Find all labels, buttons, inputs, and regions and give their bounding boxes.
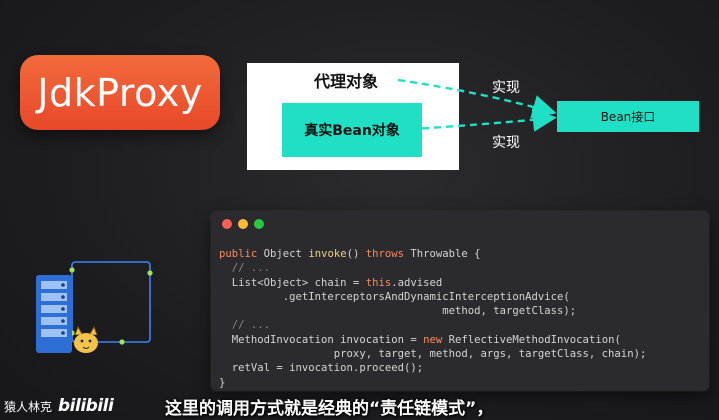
window-controls bbox=[222, 219, 264, 229]
code-line: List<Object> chain = this.advised bbox=[219, 276, 646, 290]
code-line: proxy, target, method, args, targetClass… bbox=[219, 347, 647, 361]
code-line: .getInterceptorsAndDynamicInterceptionAd… bbox=[219, 290, 646, 304]
real-bean-implements-arrow bbox=[397, 107, 557, 132]
proxy-implements-arrow bbox=[397, 78, 557, 119]
code-token: invoke bbox=[308, 248, 347, 260]
code-token: Throwable { bbox=[410, 248, 481, 260]
code-line: // ... bbox=[219, 261, 646, 275]
code-line: // ... bbox=[219, 318, 646, 332]
code-token: ReflectiveMethodInvocation( bbox=[448, 333, 621, 346]
code-line: } bbox=[219, 376, 646, 390]
server-rack-icon bbox=[36, 275, 72, 353]
code-token: new bbox=[423, 333, 449, 346]
code-token: List<Object> chain = bbox=[219, 276, 366, 289]
code-token: public bbox=[219, 248, 264, 260]
code-token: .getInterceptorsAndDynamicInterceptionAd… bbox=[219, 290, 570, 303]
tomcat-logo-icon bbox=[74, 325, 98, 353]
code-token: this bbox=[365, 276, 392, 289]
code-token: .advised bbox=[391, 276, 443, 289]
code-line: public Object invoke() throws Throwable … bbox=[219, 247, 646, 261]
code-line: MethodInvocation invocation = new Reflec… bbox=[219, 333, 646, 347]
video-subtitle: 这里的调用方式就是经典的“责任链模式”， bbox=[165, 399, 494, 419]
code-block: public Object invoke() throws Throwable … bbox=[219, 247, 646, 390]
code-window: public Object invoke() throws Throwable … bbox=[211, 211, 709, 391]
code-token: throws bbox=[365, 248, 411, 260]
bilibili-logo: bilibili bbox=[58, 396, 114, 416]
code-token: method, targetClass); bbox=[219, 305, 577, 318]
uploader-name: 猿人林克 bbox=[4, 399, 53, 414]
zoom-icon bbox=[254, 219, 264, 229]
code-token: retVal = invocation.proceed(); bbox=[219, 362, 424, 375]
code-line: method, targetClass); bbox=[219, 304, 646, 318]
implements-label-bottom: 实现 bbox=[492, 135, 520, 151]
code-token: MethodInvocation invocation = bbox=[219, 333, 424, 346]
uploader-watermark: 猿人林克 bilibili bbox=[4, 396, 114, 416]
code-token: // ... bbox=[219, 319, 271, 332]
implements-label-top: 实现 bbox=[492, 80, 520, 96]
minimize-icon bbox=[238, 219, 248, 229]
code-token: // ... bbox=[219, 262, 271, 275]
code-token: Object bbox=[263, 248, 309, 260]
code-token: } bbox=[219, 376, 226, 389]
code-token: proxy, target, method, args, targetClass… bbox=[219, 348, 647, 361]
close-icon bbox=[222, 219, 232, 229]
code-line: retVal = invocation.proceed(); bbox=[219, 361, 646, 375]
video-frame: JdkProxy 代理对象 真实Bean对象 Bean接口 实现 实现 publ… bbox=[0, 0, 719, 420]
code-token: () bbox=[346, 248, 366, 260]
server-network-illustration bbox=[36, 261, 153, 353]
network-loop bbox=[71, 261, 151, 343]
